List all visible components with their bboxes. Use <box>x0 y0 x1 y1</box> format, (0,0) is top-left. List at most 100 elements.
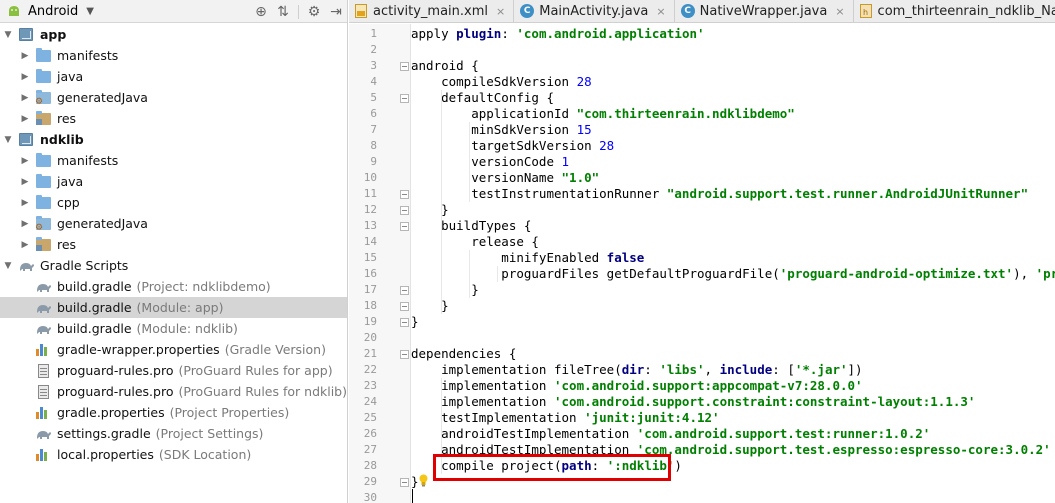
code-token: testInstrumentationRunner <box>411 186 667 201</box>
collapse-all-icon[interactable]: ⇅ <box>272 4 294 20</box>
code-line[interactable] <box>411 490 1055 503</box>
code-line[interactable]: proguardFiles getDefaultProguardFile('pr… <box>411 266 1055 282</box>
fold-marker-icon[interactable] <box>400 318 409 327</box>
chevron-right-icon[interactable]: ▶ <box>20 240 30 250</box>
tree-row[interactable]: ▶ ⚙ generatedJava <box>0 213 347 234</box>
close-icon[interactable]: × <box>835 5 844 18</box>
fold-marker-icon[interactable] <box>400 350 409 359</box>
tree-row[interactable]: gradle-wrapper.properties (Gradle Version… <box>0 339 347 360</box>
code-line[interactable]: defaultConfig { <box>411 90 1055 106</box>
code-line[interactable]: implementation 'com.android.support.cons… <box>411 394 1055 410</box>
fold-marker-icon[interactable] <box>400 62 409 71</box>
tree-row[interactable]: ▶ java <box>0 66 347 87</box>
code-line[interactable]: } <box>411 282 1055 298</box>
line-number: 17 <box>363 283 377 296</box>
tree-row[interactable]: local.properties (SDK Location) <box>0 444 347 465</box>
editor-tab[interactable]: C NativeWrapper.java × <box>674 0 854 22</box>
tree-row[interactable]: ▶ manifests <box>0 150 347 171</box>
chevron-right-icon[interactable]: ▶ <box>20 156 30 166</box>
code-line[interactable]: } <box>411 202 1055 218</box>
tree-row[interactable]: ▶ java <box>0 171 347 192</box>
tree-row[interactable]: settings.gradle (Project Settings) <box>0 423 347 444</box>
editor-tab[interactable]: C MainActivity.java × <box>514 0 675 22</box>
android-icon <box>9 6 19 16</box>
code-line[interactable]: implementation 'com.android.support:appc… <box>411 378 1055 394</box>
project-view-selector[interactable]: Android <box>28 4 78 19</box>
chevron-down-icon[interactable]: ▼ <box>86 6 94 17</box>
chevron-right-icon[interactable]: ▶ <box>20 219 30 229</box>
tree-row[interactable]: ▶ res <box>0 234 347 255</box>
xml-file-icon <box>355 4 368 18</box>
chevron-right-icon[interactable]: ▶ <box>20 93 30 103</box>
code-token: "android.support.test.runner.AndroidJUni… <box>666 186 1029 201</box>
code-line[interactable] <box>411 42 1055 58</box>
tree-row[interactable]: build.gradle (Module: ndklib) <box>0 318 347 339</box>
code-line[interactable]: release { <box>411 234 1055 250</box>
fold-marker-icon[interactable] <box>400 190 409 199</box>
code-token: 'proguard-android-optimize.txt' <box>779 266 1014 281</box>
tree-row[interactable]: ▶ ⚙ generatedJava <box>0 87 347 108</box>
chevron-right-icon[interactable]: ▶ <box>20 198 30 208</box>
code-line[interactable]: versionCode 1 <box>411 154 1055 170</box>
line-number: 15 <box>363 251 377 264</box>
code-line[interactable]: targetSdkVersion 28 <box>411 138 1055 154</box>
close-icon[interactable]: × <box>496 5 505 18</box>
line-number: 18 <box>363 299 377 312</box>
tree-row[interactable]: proguard-rules.pro (ProGuard Rules for ap… <box>0 360 347 381</box>
line-number: 28 <box>363 459 377 472</box>
tree-row[interactable]: ▶ res <box>0 108 347 129</box>
chevron-down-icon[interactable]: ▼ <box>3 261 13 271</box>
tree-row[interactable]: build.gradle (Module: app) <box>0 297 347 318</box>
code-line[interactable]: android { <box>411 58 1055 74</box>
close-icon[interactable]: × <box>656 5 665 18</box>
fold-marker-icon[interactable] <box>400 478 409 487</box>
tree-row[interactable]: build.gradle (Project: ndklibdemo) <box>0 276 347 297</box>
fold-marker-icon[interactable] <box>400 286 409 295</box>
chevron-right-icon[interactable]: ▶ <box>20 177 30 187</box>
code-line[interactable]: apply plugin: 'com.android.application' <box>411 26 1055 42</box>
lightbulb-icon[interactable] <box>418 474 429 487</box>
locate-icon[interactable]: ⊕ <box>250 4 272 20</box>
code-line[interactable]: } <box>411 298 1055 314</box>
editor-tab[interactable]: activity_main.xml × <box>349 0 515 22</box>
fold-marker-icon[interactable] <box>400 94 409 103</box>
code-line[interactable]: testImplementation 'junit:junit:4.12' <box>411 410 1055 426</box>
tree-row[interactable]: ▼ ndklib <box>0 129 347 150</box>
chevron-down-icon[interactable]: ▼ <box>3 30 13 40</box>
tree-row[interactable]: gradle.properties (Project Properties) <box>0 402 347 423</box>
code-line[interactable]: minSdkVersion 15 <box>411 122 1055 138</box>
chevron-right-icon[interactable]: ▶ <box>20 114 30 124</box>
code-line[interactable]: androidTestImplementation 'com.android.s… <box>411 426 1055 442</box>
fold-marker-icon[interactable] <box>400 222 409 231</box>
code-token: } <box>411 298 449 313</box>
code-line[interactable]: versionName "1.0" <box>411 170 1055 186</box>
chevron-right-icon[interactable]: ▶ <box>20 51 30 61</box>
code-line[interactable]: compileSdkVersion 28 <box>411 74 1055 90</box>
chevron-down-icon[interactable]: ▼ <box>3 135 13 145</box>
tree-row[interactable]: ▼ Gradle Scripts <box>0 255 347 276</box>
line-number: 8 <box>370 139 377 152</box>
line-number: 14 <box>363 235 377 248</box>
gear-icon[interactable]: ⚙ <box>303 4 325 20</box>
hide-panel-icon[interactable]: ⇥ <box>325 4 347 20</box>
fold-marker-icon[interactable] <box>400 302 409 311</box>
line-number: 23 <box>363 379 377 392</box>
tree-row[interactable]: ▼ app <box>0 24 347 45</box>
tree-row[interactable]: proguard-rules.pro (ProGuard Rules for nd… <box>0 381 347 402</box>
tree-row[interactable]: ▶ cpp <box>0 192 347 213</box>
code-line[interactable]: implementation fileTree(dir: 'libs', inc… <box>411 362 1055 378</box>
code-line[interactable]: minifyEnabled false <box>411 250 1055 266</box>
code-line[interactable] <box>411 330 1055 346</box>
code-line[interactable]: buildTypes { <box>411 218 1055 234</box>
code-line[interactable]: applicationId "com.thirteenrain.ndklibde… <box>411 106 1055 122</box>
code-editor[interactable]: apply plugin: 'com.android.application' a… <box>411 24 1055 503</box>
code-line[interactable]: dependencies { <box>411 346 1055 362</box>
fold-marker-icon[interactable] <box>400 206 409 215</box>
code-line[interactable]: } <box>411 314 1055 330</box>
tree-item-description: (Project: ndklibdemo) <box>136 279 271 294</box>
code-line[interactable]: testInstrumentationRunner "android.suppo… <box>411 186 1055 202</box>
chevron-right-icon[interactable]: ▶ <box>20 72 30 82</box>
indent-guide <box>497 266 498 282</box>
tree-row[interactable]: ▶ manifests <box>0 45 347 66</box>
editor-tab[interactable]: h com_thirteenrain_ndklib_NativeWrapper.h <box>853 0 1055 22</box>
